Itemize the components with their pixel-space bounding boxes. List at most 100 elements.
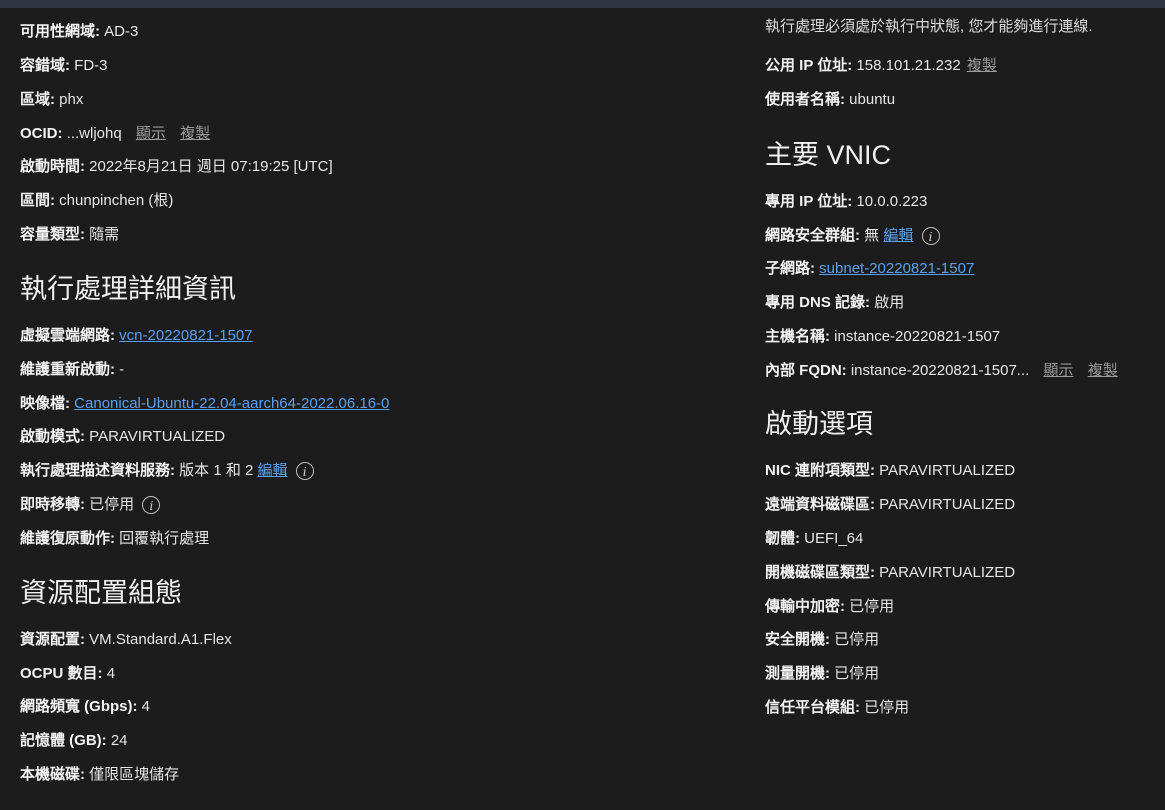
internal-fqdn-row: 內部 FQDN: instance-20220821-1507... 顯示 複製: [765, 361, 1118, 381]
field-value: 啟用: [874, 294, 905, 311]
field-value: 已停用: [849, 598, 895, 615]
field-value: 版本 1 和 2: [179, 462, 254, 479]
info-icon[interactable]: i: [295, 462, 314, 481]
ocid-copy-link[interactable]: 複製: [180, 125, 210, 142]
field-label: 記憶體 (GB):: [20, 732, 107, 749]
public-ip-row: 公用 IP 位址: 158.101.21.232 複製: [765, 56, 997, 76]
field-value: 4: [141, 698, 151, 715]
metadata-edit-link[interactable]: 編輯: [258, 462, 288, 479]
field-label: 信任平台模組:: [765, 699, 860, 716]
field-value: FD-3: [74, 57, 108, 74]
field-value: 僅限區塊儲存: [89, 766, 180, 783]
secure-boot-row: 安全開機: 已停用: [765, 630, 879, 650]
nsg-row: 網路安全群組: 無 編輯 i: [765, 226, 940, 246]
launch-options-heading: 啟動選項: [765, 409, 873, 439]
connection-note: 執行處理必須處於執行中狀態, 您才能夠進行連線.: [765, 18, 1093, 35]
field-value: phx: [59, 91, 84, 108]
field-value: VM.Standard.A1.Flex: [89, 631, 232, 648]
image-row: 映像檔: Canonical-Ubuntu-22.04-aarch64-2022…: [20, 394, 389, 414]
field-value: 回覆執行處理: [119, 530, 210, 547]
field-label: 專用 IP 位址:: [765, 193, 853, 210]
field-label: 區間:: [20, 192, 55, 209]
launch-mode-row: 啟動模式: PARAVIRTUALIZED: [20, 427, 225, 447]
field-label: 測量開機:: [765, 665, 830, 682]
field-label: 虛擬雲端網路:: [20, 327, 115, 344]
boot-volume-type-row: 開機磁碟區類型: PARAVIRTUALIZED: [765, 563, 1015, 583]
subnet-row: 子網路: subnet-20220821-1507: [765, 259, 974, 279]
field-label: 區域:: [20, 91, 55, 108]
field-label: 本機磁碟:: [20, 766, 85, 783]
field-value: UEFI_64: [804, 530, 864, 547]
maintenance-reboot-row: 維護重新啟動: -: [20, 360, 124, 380]
field-label: OCID:: [20, 125, 63, 142]
field-value: 無: [864, 227, 880, 244]
field-value: PARAVIRTUALIZED: [89, 428, 226, 445]
field-label: 可用性網域:: [20, 23, 100, 40]
field-label: 維護復原動作:: [20, 530, 115, 547]
vcn-row: 虛擬雲端網路: vcn-20220821-1507: [20, 326, 253, 346]
field-label: 子網路:: [765, 260, 815, 277]
fault-domain-row: 容錯域: FD-3: [20, 56, 108, 76]
info-icon[interactable]: i: [142, 496, 161, 515]
field-value: ubuntu: [849, 91, 896, 108]
field-label: OCPU 數目:: [20, 665, 103, 682]
fqdn-show-link[interactable]: 顯示: [1044, 362, 1074, 379]
fqdn-copy-link[interactable]: 複製: [1088, 362, 1118, 379]
field-label: 傳輸中加密:: [765, 598, 845, 615]
tpm-row: 信任平台模組: 已停用: [765, 698, 909, 718]
field-value: instance-20220821-1507: [834, 328, 1001, 345]
field-label: 啟動時間:: [20, 158, 85, 175]
field-value: 已停用: [864, 699, 910, 716]
shape-row: 資源配置: VM.Standard.A1.Flex: [20, 630, 232, 650]
field-value: chunpinchen (根): [59, 192, 174, 209]
live-migration-row: 即時移轉: 已停用 i: [20, 495, 161, 515]
field-label: 即時移轉:: [20, 496, 85, 513]
field-label: 遠端資料磁碟區:: [765, 496, 875, 513]
region-row: 區域: phx: [20, 90, 83, 110]
subnet-link[interactable]: subnet-20220821-1507: [819, 260, 974, 277]
field-label: 啟動模式:: [20, 428, 85, 445]
public-ip-copy-link[interactable]: 複製: [967, 57, 997, 74]
field-label: 執行處理描述資料服務:: [20, 462, 175, 479]
ocid-row: OCID: ...wljohq 顯示 複製: [20, 124, 210, 144]
memory-row: 記憶體 (GB): 24: [20, 731, 128, 751]
field-value: 已停用: [89, 496, 135, 513]
image-link[interactable]: Canonical-Ubuntu-22.04-aarch64-2022.06.1…: [74, 395, 389, 412]
field-label: 網路安全群組:: [765, 227, 860, 244]
field-label: 容量類型:: [20, 226, 85, 243]
field-label: 映像檔:: [20, 395, 70, 412]
field-value: AD-3: [104, 23, 139, 40]
field-value: 10.0.0.223: [856, 193, 928, 210]
primary-vnic-heading: 主要 VNIC: [765, 140, 892, 170]
username-row: 使用者名稱: ubuntu: [765, 90, 895, 110]
vcn-link[interactable]: vcn-20220821-1507: [119, 327, 252, 344]
field-value: 隨需: [89, 226, 120, 243]
field-value: 已停用: [834, 665, 880, 682]
nsg-edit-link[interactable]: 編輯: [883, 227, 913, 244]
local-disk-row: 本機磁碟: 僅限區塊儲存: [20, 765, 179, 785]
field-value: 已停用: [834, 631, 880, 648]
field-label: 主機名稱:: [765, 328, 830, 345]
field-value: PARAVIRTUALIZED: [879, 496, 1016, 513]
field-value: 2022年8月21日 週日 07:19:25 [UTC]: [89, 158, 333, 175]
field-value: 158.101.21.232: [856, 57, 961, 74]
field-label: 資源配置:: [20, 631, 85, 648]
ocid-show-link[interactable]: 顯示: [136, 125, 166, 142]
info-icon[interactable]: i: [921, 227, 940, 246]
field-value: -: [119, 361, 125, 378]
capacity-type-row: 容量類型: 隨需: [20, 225, 119, 245]
field-label: 開機磁碟區類型:: [765, 564, 875, 581]
instance-details-heading: 執行處理詳細資訊: [20, 274, 236, 304]
field-value: PARAVIRTUALIZED: [879, 564, 1016, 581]
field-value: PARAVIRTUALIZED: [879, 462, 1016, 479]
field-label: NIC 連附項類型:: [765, 462, 875, 479]
launch-time-row: 啟動時間: 2022年8月21日 週日 07:19:25 [UTC]: [20, 157, 333, 177]
remote-volume-row: 遠端資料磁碟區: PARAVIRTUALIZED: [765, 495, 1015, 515]
private-dns-row: 專用 DNS 記錄: 啟用: [765, 293, 904, 313]
availability-domain-row: 可用性網域: AD-3: [20, 22, 138, 42]
nic-attachment-row: NIC 連附項類型: PARAVIRTUALIZED: [765, 461, 1015, 481]
ocpu-row: OCPU 數目: 4: [20, 664, 115, 684]
maintenance-recovery-row: 維護復原動作: 回覆執行處理: [20, 529, 209, 549]
private-ip-row: 專用 IP 位址: 10.0.0.223: [765, 192, 927, 212]
field-value: 24: [110, 732, 128, 749]
